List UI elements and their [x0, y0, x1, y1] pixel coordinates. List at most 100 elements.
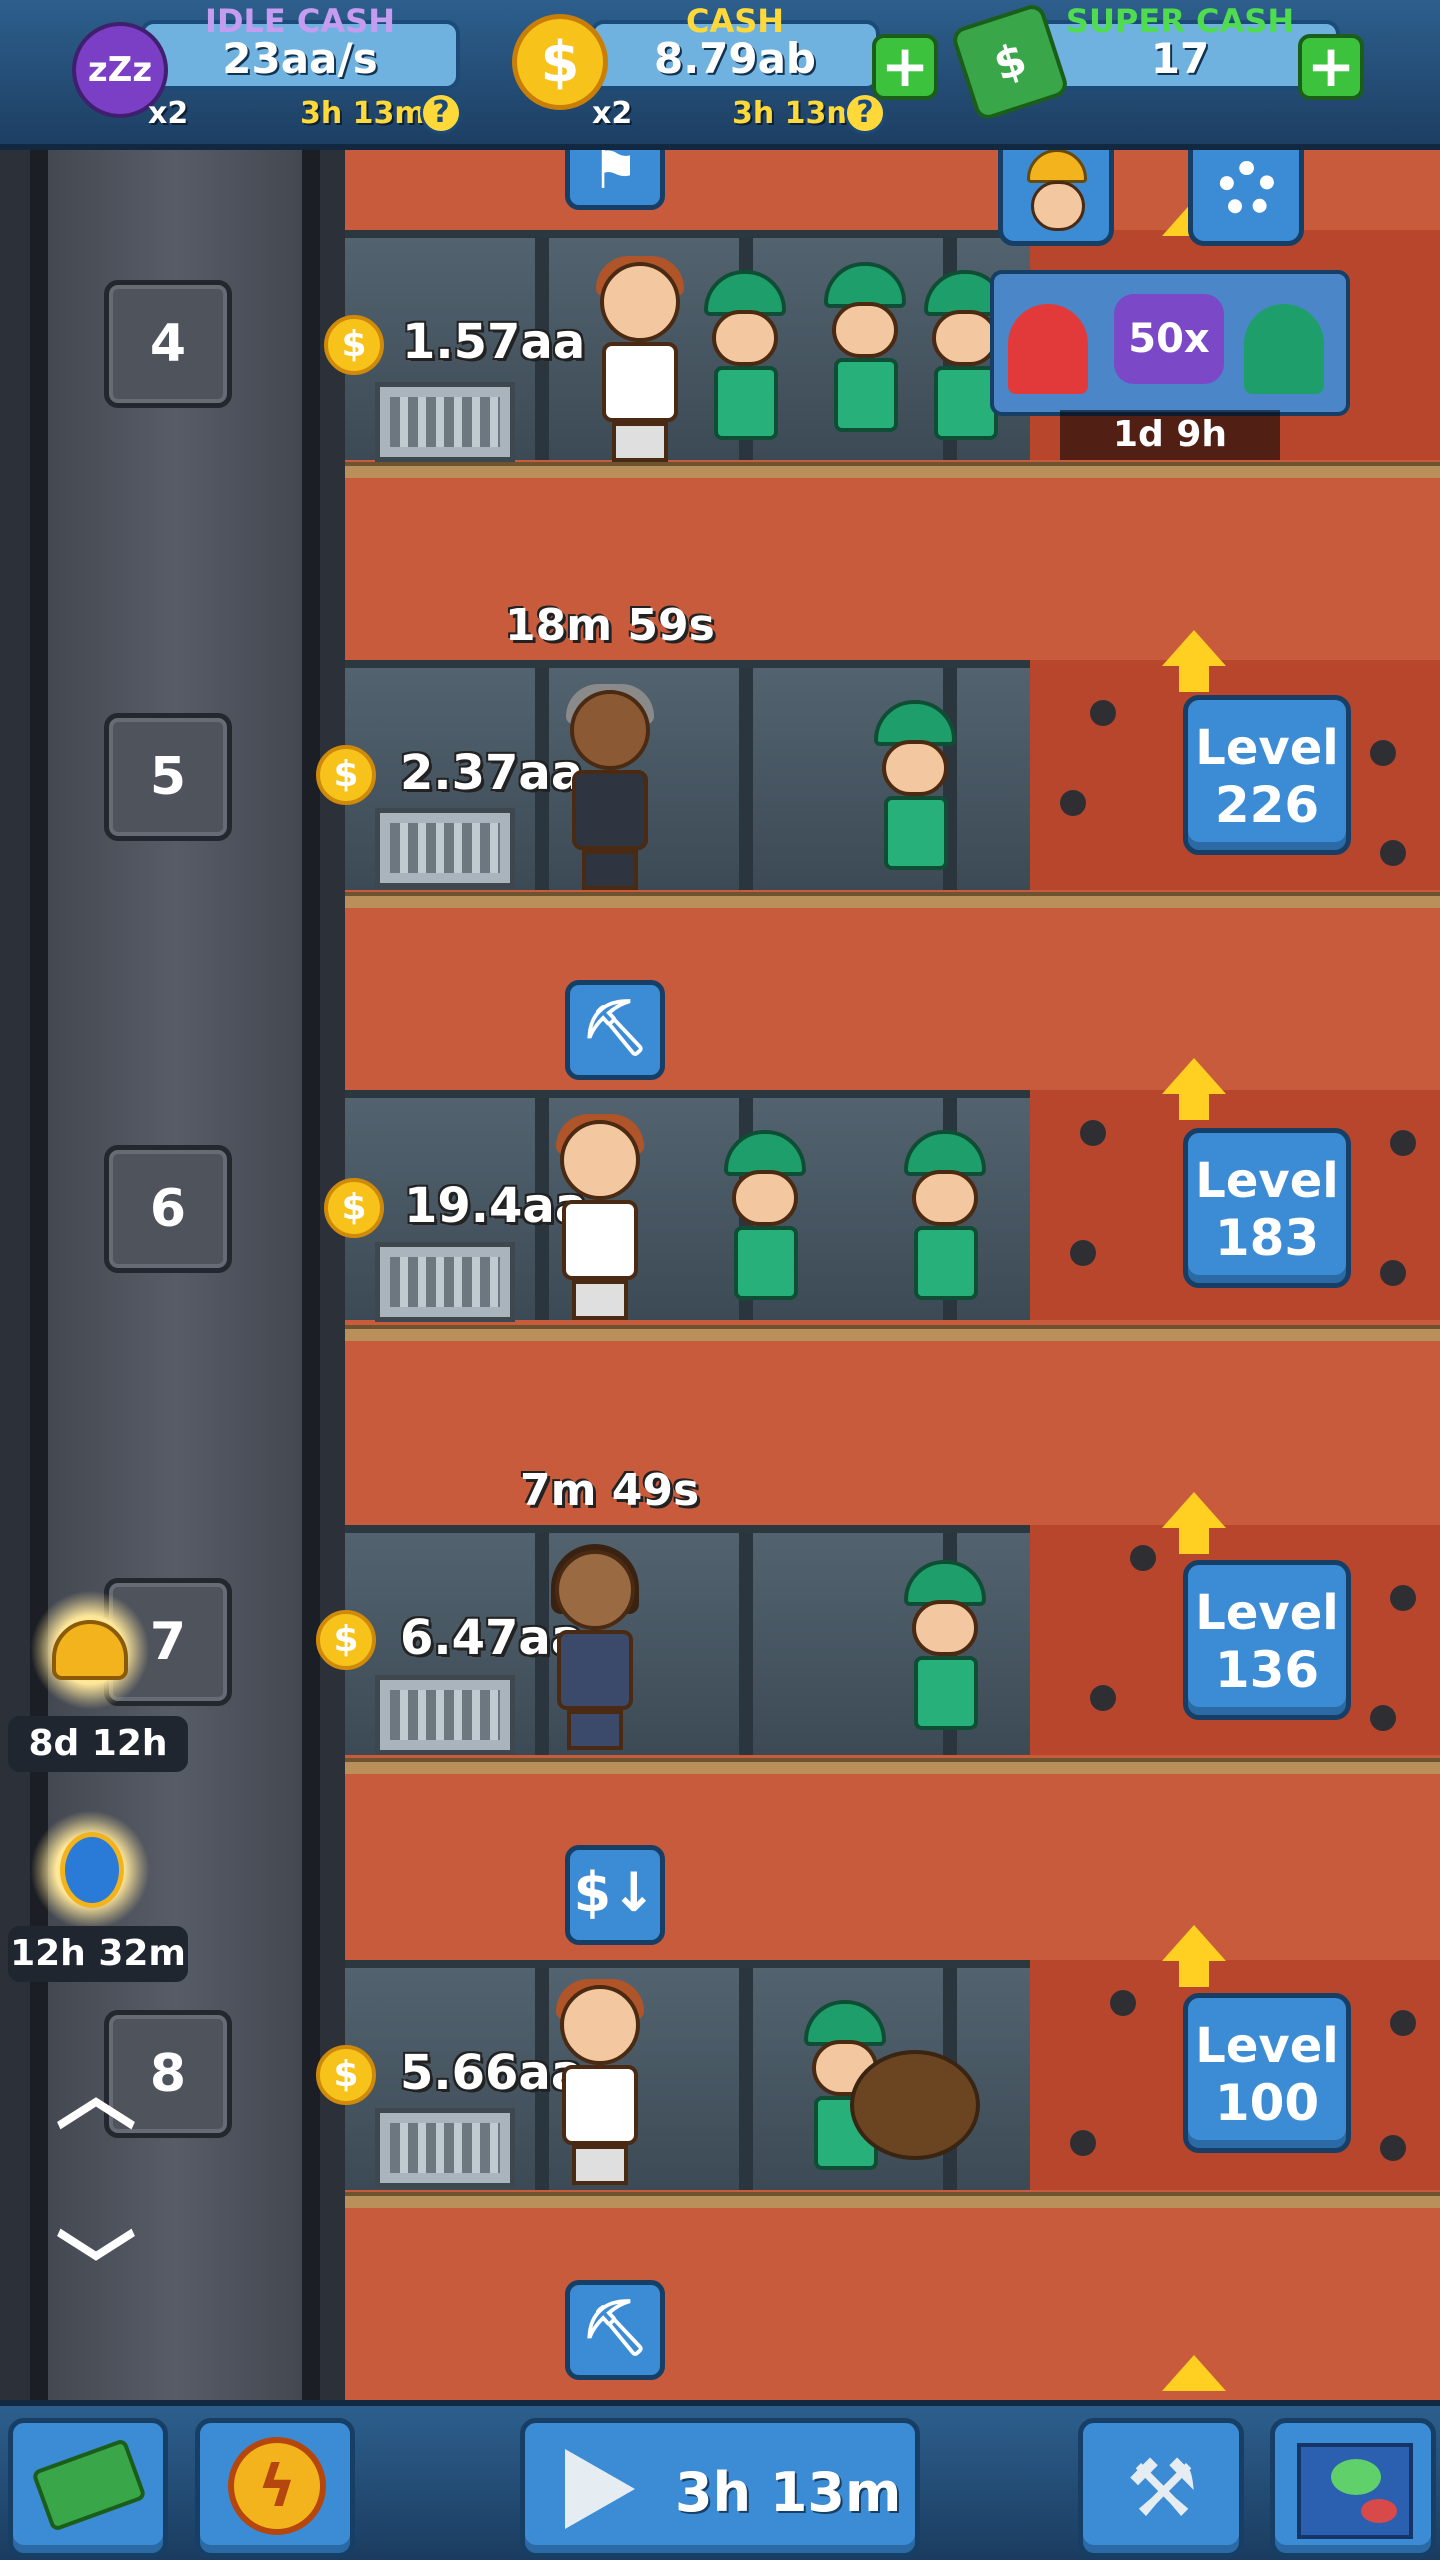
shaft-6-floor — [345, 1325, 1440, 1341]
miner-face-icon — [1027, 149, 1087, 183]
event-promo-banner[interactable]: 50x — [990, 270, 1350, 416]
shaft-4-coin-icon: $ — [324, 315, 384, 375]
cash-multiplier: x2 — [592, 96, 633, 131]
super-cash-value: 17 — [1150, 34, 1210, 83]
promo-timer: 1d 9h — [1060, 410, 1280, 460]
play-icon — [565, 2449, 635, 2529]
ore-sack-icon — [850, 2050, 980, 2160]
shaft-4-crate[interactable] — [375, 382, 515, 462]
idle-cash-panel[interactable]: IDLE CASH 23aa/s — [140, 2, 460, 90]
idle-cash-help-icon[interactable]: ? — [420, 92, 462, 134]
shaft-6-miner — [720, 1130, 810, 1300]
shaft-6-level-number: 183 — [1214, 1209, 1320, 1267]
buy-super-cash-plus-button[interactable]: + — [1298, 34, 1364, 100]
shaft-4-floor — [345, 462, 1440, 478]
shaft-6-boost-button[interactable]: ⛏ — [565, 980, 665, 1080]
shaft-6-manager[interactable] — [550, 1114, 644, 1320]
bottom-navigation-bar: ϟ 3h 13m ⚒ — [0, 2400, 1440, 2560]
shaft-5-amount: 2.37aa — [400, 745, 584, 801]
shaft-7-miner — [900, 1560, 990, 1730]
shaft-5-crate[interactable] — [375, 808, 515, 888]
shaft-8-level-number: 100 — [1214, 2074, 1320, 2132]
ad-boost-play-button[interactable]: 3h 13m — [520, 2418, 920, 2558]
shaft-8-level-word: Level — [1195, 2018, 1339, 2074]
christmas-bells-event-button[interactable] — [30, 1590, 150, 1710]
pickaxe-shovel-icon: ⚒ — [1126, 2442, 1198, 2535]
shaft-6-crate[interactable] — [375, 1242, 515, 1322]
shaft-6-level-button[interactable]: Level 183 — [1183, 1128, 1351, 1288]
next-shaft-upgrade-arrow-icon — [1162, 2355, 1226, 2391]
scroll-up-chevron-icon[interactable]: ︿ — [46, 2055, 146, 2135]
shaft-8-coin-icon: $ — [316, 2045, 376, 2105]
shaft-7-upgrade-arrow-icon — [1162, 1492, 1226, 1528]
ad-boost-timer: 3h 13m — [675, 2461, 902, 2524]
shaft-5-coin-icon: $ — [316, 745, 376, 805]
shaft-4-manager[interactable] — [590, 256, 684, 462]
shaft-7-upgrade-arrow-stem — [1179, 1526, 1209, 1554]
shaft-8-level-button[interactable]: Level 100 — [1183, 1993, 1351, 2153]
shaft-8-manager[interactable] — [550, 1979, 644, 2185]
shaft-8-upgrade-arrow-stem — [1179, 1959, 1209, 1987]
super-cash-panel[interactable]: SUPER CASH 17 — [1020, 2, 1340, 90]
shaft-7-level-button[interactable]: Level 136 — [1183, 1560, 1351, 1720]
elf-icon — [1244, 304, 1324, 394]
shaft-8-crate[interactable] — [375, 2108, 515, 2188]
shaft-7-boost-timer: 7m 49s — [520, 1465, 700, 1516]
shaft-7-level-number: 136 — [1214, 1641, 1320, 1699]
shaft-5-upgrade-arrow-stem — [1179, 664, 1209, 692]
cash-timer: 3h 13m — [732, 96, 858, 131]
shaft-5-miner — [870, 700, 960, 870]
hourglass-icon — [60, 1832, 124, 1908]
pickaxe-icon: ⛏ — [580, 996, 650, 1059]
pickaxe-icon: ⛏ — [580, 2296, 650, 2359]
shaft-4-number[interactable]: 4 — [104, 280, 232, 408]
shaft-7-floor — [345, 1758, 1440, 1774]
shaft-5-manager[interactable] — [560, 684, 654, 890]
cash-panel[interactable]: CASH 8.79ab — [590, 2, 880, 90]
next-shaft-boost-button[interactable]: ⛏ — [565, 2280, 665, 2380]
map-icon — [1297, 2443, 1413, 2539]
shaft-5-level-number: 226 — [1214, 776, 1320, 834]
boost-button[interactable]: ϟ — [195, 2418, 355, 2558]
shaft-6-number[interactable]: 6 — [104, 1145, 232, 1273]
shaft-6-upgrade-arrow-icon — [1162, 1058, 1226, 1094]
shaft-5-number[interactable]: 5 — [104, 713, 232, 841]
shaft-8-upgrade-arrow-icon — [1162, 1925, 1226, 1961]
shaft-7-coin-icon: $ — [316, 1610, 376, 1670]
shaft-8-floor — [345, 2192, 1440, 2208]
shop-button[interactable] — [8, 2418, 168, 2558]
shaft-5-upgrade-arrow-icon — [1162, 630, 1226, 666]
cash-down-icon: $↓ — [573, 1861, 657, 1924]
idle-cash-multiplier: x2 — [148, 96, 189, 131]
shaft-7-manager[interactable] — [545, 1544, 639, 1750]
shaft-6-coin-icon: $ — [324, 1178, 384, 1238]
scroll-down-chevron-icon[interactable]: ﹀ — [46, 2230, 146, 2310]
cash-stack-icon — [31, 2437, 147, 2533]
buy-cash-plus-button[interactable]: + — [872, 34, 938, 100]
shaft-4-miner — [820, 262, 910, 432]
gear-icon — [1219, 161, 1275, 217]
shaft-7-crate[interactable] — [375, 1675, 515, 1755]
cash-value: 8.79ab — [653, 34, 817, 83]
christmas-event-timer: 8d 12h — [8, 1716, 188, 1772]
research-button[interactable]: ⚒ — [1078, 2418, 1244, 2558]
world-map-button[interactable] — [1270, 2418, 1436, 2558]
shaft-5-boost-timer: 18m 59s — [505, 600, 715, 651]
shaft-5-floor — [345, 892, 1440, 908]
shaft-4-miner — [700, 270, 790, 440]
bell-icon — [52, 1620, 128, 1680]
idle-cash-timer: 3h 13m — [300, 96, 426, 131]
shaft-5-level-word: Level — [1195, 720, 1339, 776]
shaft-5-level-button[interactable]: Level 226 — [1183, 695, 1351, 855]
resource-bar: IDLE CASH 23aa/s zZz x2 3h 13m ? CASH 8.… — [0, 0, 1440, 150]
hourglass-boost-timer: 12h 32m — [8, 1926, 188, 1982]
idle-cash-value: 23aa/s — [222, 34, 378, 83]
lightning-coin-icon: ϟ — [228, 2437, 326, 2535]
hourglass-boost-button[interactable] — [30, 1810, 150, 1930]
promo-multiplier-badge: 50x — [1114, 294, 1224, 384]
shaft-8-boost-button[interactable]: $↓ — [565, 1845, 665, 1945]
shaft-6-upgrade-arrow-stem — [1179, 1092, 1209, 1120]
shaft-7-level-word: Level — [1195, 1585, 1339, 1641]
shaft-6-miner — [900, 1130, 990, 1300]
shaft-6-level-word: Level — [1195, 1153, 1339, 1209]
